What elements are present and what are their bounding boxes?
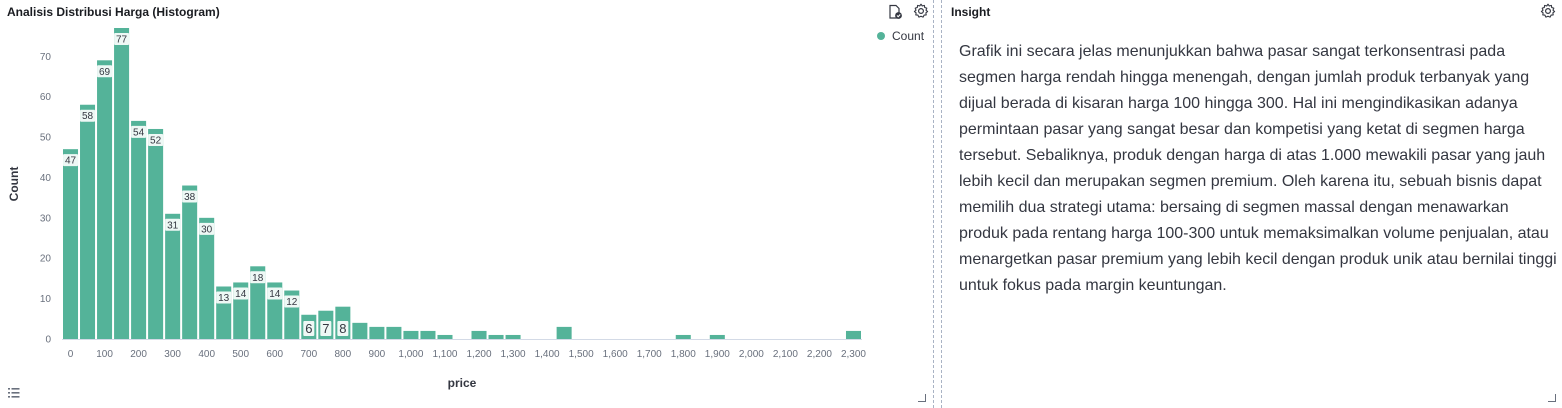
y-tick-label: 20 bbox=[40, 254, 52, 265]
x-tick-label: 200 bbox=[130, 349, 147, 360]
histogram-bar bbox=[182, 185, 198, 339]
histogram-bar bbox=[369, 326, 385, 339]
histogram-bar bbox=[675, 334, 691, 339]
data-label: 31 bbox=[167, 220, 179, 231]
x-tick-label: 1,200 bbox=[467, 349, 492, 360]
x-axis-title: price bbox=[448, 376, 477, 390]
histogram-bar bbox=[437, 334, 453, 339]
x-tick-label: 400 bbox=[198, 349, 215, 360]
x-tick-label: 2,300 bbox=[841, 349, 866, 360]
data-label: 69 bbox=[99, 67, 111, 78]
x-tick-label: 1,600 bbox=[603, 349, 628, 360]
y-tick-label: 30 bbox=[40, 213, 52, 224]
insight-panel: Insight Grafik ini secara jelas menunjuk… bbox=[943, 0, 1562, 408]
x-tick-label: 1,400 bbox=[535, 349, 560, 360]
x-tick-label: 1,300 bbox=[501, 349, 526, 360]
histogram-bar bbox=[352, 322, 368, 339]
x-tick-label: 1,100 bbox=[432, 349, 457, 360]
histogram-bar bbox=[97, 60, 113, 340]
y-tick-label: 50 bbox=[40, 133, 52, 144]
data-label: 30 bbox=[201, 224, 213, 235]
x-tick-label: 100 bbox=[96, 349, 113, 360]
histogram-bar bbox=[403, 330, 419, 339]
histogram-bar bbox=[63, 149, 79, 339]
x-tick-label: 900 bbox=[369, 349, 386, 360]
y-tick-label: 70 bbox=[40, 52, 52, 63]
data-label: 6 bbox=[305, 321, 312, 336]
panel-divider bbox=[933, 0, 934, 408]
histogram-bar bbox=[148, 128, 164, 339]
data-label: 52 bbox=[150, 135, 162, 146]
insight-title: Insight bbox=[951, 5, 991, 19]
histogram-bar bbox=[471, 330, 487, 339]
list-icon[interactable] bbox=[5, 384, 23, 402]
x-tick-label: 2,200 bbox=[807, 349, 832, 360]
data-label: 13 bbox=[218, 293, 230, 304]
histogram-bar bbox=[131, 120, 147, 339]
data-label: 58 bbox=[82, 111, 94, 122]
gear-icon[interactable] bbox=[1539, 2, 1557, 20]
x-tick-label: 2,100 bbox=[773, 349, 798, 360]
x-tick-label: 2,000 bbox=[739, 349, 764, 360]
histogram-bar bbox=[420, 330, 436, 339]
data-label: 54 bbox=[133, 127, 145, 138]
data-label: 14 bbox=[235, 289, 247, 300]
x-tick-label: 500 bbox=[232, 349, 249, 360]
x-tick-label: 1,700 bbox=[637, 349, 662, 360]
x-tick-label: 700 bbox=[300, 349, 317, 360]
x-tick-label: 1,000 bbox=[398, 349, 423, 360]
data-label: 77 bbox=[116, 35, 128, 46]
histogram-bar bbox=[165, 213, 181, 339]
data-label: 18 bbox=[252, 273, 264, 284]
resize-handle[interactable] bbox=[918, 394, 926, 402]
histogram-bar bbox=[80, 104, 96, 339]
data-label: 47 bbox=[65, 156, 77, 167]
y-tick-label: 40 bbox=[40, 173, 52, 184]
histogram-bar bbox=[556, 326, 572, 339]
x-tick-label: 600 bbox=[266, 349, 283, 360]
histogram-chart: 0102030405060700 100 200 300 400 500 600 700 800… bbox=[7, 28, 866, 390]
data-label: 8 bbox=[339, 321, 346, 336]
x-tick-label: 1,800 bbox=[671, 349, 696, 360]
x-tick-label: 1,900 bbox=[705, 349, 730, 360]
x-tick-label: 300 bbox=[164, 349, 181, 360]
y-tick-label: 0 bbox=[45, 335, 51, 346]
x-tick-label: 0 bbox=[68, 349, 74, 360]
histogram-bar bbox=[709, 334, 725, 339]
histogram-bar bbox=[845, 330, 861, 339]
resize-handle[interactable] bbox=[1548, 394, 1556, 402]
data-label: 14 bbox=[269, 289, 281, 300]
histogram-bar bbox=[488, 334, 504, 339]
y-axis-title: Count bbox=[7, 167, 21, 202]
data-label: 38 bbox=[184, 192, 196, 203]
data-label: 12 bbox=[286, 297, 298, 308]
histogram-bar bbox=[199, 217, 215, 339]
y-tick-label: 60 bbox=[40, 92, 52, 103]
chart-panel: Analisis Distribusi Harga (Histogram) Co… bbox=[0, 0, 934, 408]
x-tick-label: 800 bbox=[335, 349, 352, 360]
x-tick-label: 1,500 bbox=[569, 349, 594, 360]
histogram-bar bbox=[386, 326, 402, 339]
panel-divider bbox=[941, 0, 942, 408]
histogram-bar bbox=[505, 334, 521, 339]
insight-text: Grafik ini secara jelas menunjukkan bahw… bbox=[959, 43, 1557, 294]
y-tick-label: 10 bbox=[40, 294, 52, 305]
data-label: 7 bbox=[322, 321, 329, 336]
histogram-bar bbox=[114, 28, 130, 339]
